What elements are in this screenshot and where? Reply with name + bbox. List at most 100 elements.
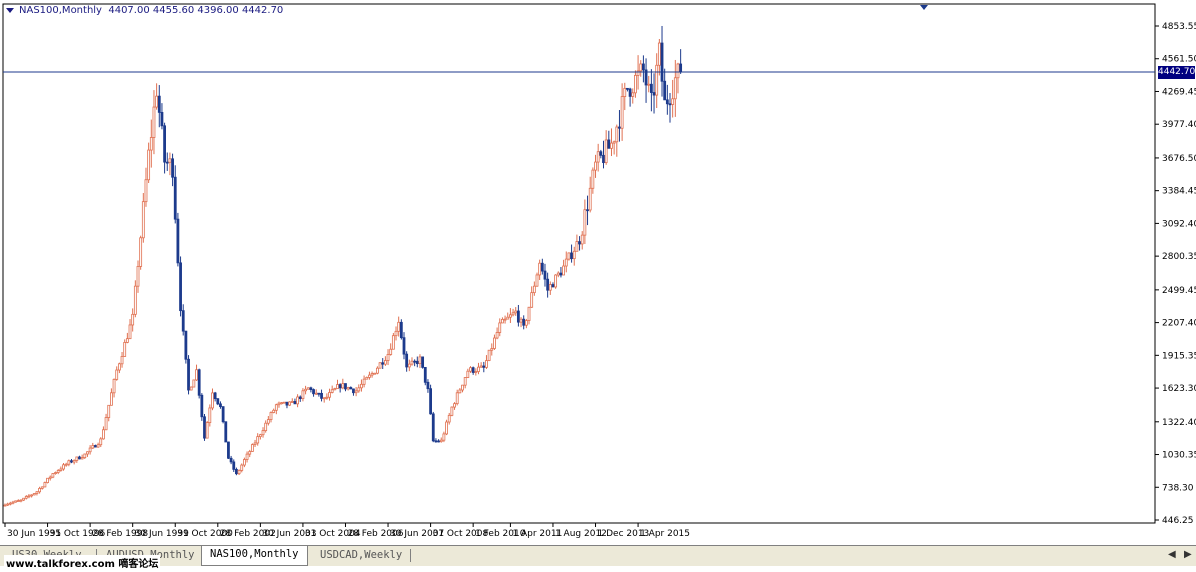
price-chart[interactable]: 4853.55 4561.50 4269.45 3977.40 3676.50 3384.…	[0, 0, 1196, 545]
candle-body	[22, 497, 26, 501]
candle-body	[538, 262, 542, 276]
candle-body	[112, 378, 116, 394]
candle-body	[94, 445, 97, 448]
candle-body	[325, 396, 329, 399]
candle-body	[107, 404, 111, 418]
candle-body	[163, 125, 167, 163]
tab-nas100-monthly[interactable]: NAS100,Monthly	[201, 546, 308, 566]
y-tick-label: 738.30	[1162, 483, 1194, 493]
candle-body	[54, 472, 57, 474]
candle-body	[522, 318, 526, 326]
candle-body	[35, 491, 39, 494]
candle-body	[636, 70, 640, 76]
candle-body	[415, 360, 419, 365]
candle-body	[181, 310, 185, 332]
candle-body	[360, 383, 363, 389]
candle-body	[72, 460, 76, 463]
candle-body	[373, 372, 377, 375]
candle-body	[203, 416, 206, 439]
y-tick-label: 1030.35	[1162, 451, 1196, 461]
candle-body	[620, 96, 624, 129]
candle-body	[490, 348, 494, 351]
plot-frame	[2, 3, 1156, 524]
candle-body	[434, 440, 438, 443]
candle-body	[482, 365, 486, 368]
candle-body	[120, 356, 124, 365]
candle-body	[155, 95, 159, 108]
candle-body	[282, 401, 286, 404]
candle-body	[503, 318, 507, 321]
candle-body	[277, 402, 281, 406]
candle-body	[136, 266, 140, 287]
candle-body	[338, 384, 342, 389]
candle-body	[532, 285, 536, 294]
candle-body	[453, 403, 456, 408]
candle-body	[368, 374, 371, 378]
candle-body	[333, 388, 337, 391]
candle-body	[405, 353, 409, 368]
tab-usdcad-weekly[interactable]: USDCAD,Weekly	[312, 547, 410, 564]
terminal-window: 4853.55 4561.50 4269.45 3977.40 3676.50 3384.…	[0, 0, 1196, 572]
candle-body	[596, 151, 600, 163]
candle-body	[298, 396, 302, 400]
candle-body	[663, 80, 667, 101]
candle-body	[80, 457, 84, 460]
candle-body	[362, 378, 366, 385]
candle-body	[508, 314, 512, 318]
candle-body	[665, 99, 669, 105]
candle-body	[346, 387, 350, 390]
y-tick-label: 3676.50	[1162, 154, 1196, 164]
candle-body	[30, 494, 34, 497]
candle-body	[588, 187, 592, 211]
candle-body	[272, 409, 276, 413]
chart-symbol-name: NAS100,Monthly	[19, 5, 102, 16]
chart-canvas[interactable]: 4853.55 4561.50 4269.45 3977.40 3676.50 3384.…	[0, 0, 1196, 545]
chart-shift-marker-icon[interactable]	[920, 5, 928, 10]
candle-body	[455, 392, 459, 405]
candle-body	[320, 392, 323, 399]
candle-body	[296, 396, 300, 405]
candle-body	[11, 501, 15, 504]
candle-body	[6, 503, 10, 506]
candle-body	[125, 338, 129, 343]
candle-body	[652, 92, 656, 96]
candle-body	[535, 274, 539, 287]
candle-body	[86, 451, 89, 455]
candle-body	[546, 278, 550, 291]
candle-body	[195, 369, 198, 381]
candle-body	[471, 367, 475, 373]
candle-body	[88, 447, 92, 453]
y-tick-label: 446.25	[1162, 516, 1194, 526]
candle-body	[626, 87, 629, 90]
scroll-left-icon[interactable]: ◀	[1168, 549, 1176, 560]
candle-body	[530, 292, 534, 308]
candle-body	[242, 459, 246, 466]
candle-body	[344, 383, 347, 390]
candle-body	[399, 321, 403, 339]
candle-body	[38, 488, 41, 493]
candle-body	[40, 486, 44, 489]
candle-body	[673, 77, 677, 100]
candle-body	[96, 444, 100, 448]
candle-body	[655, 64, 659, 96]
candle-body	[3, 504, 7, 507]
candle-body	[466, 370, 470, 378]
candle-body	[479, 365, 483, 368]
scroll-right-icon[interactable]: ▶	[1184, 549, 1192, 560]
chart-tab-bar: US30,Weekly AUDUSD,Monthly NAS100,Monthl…	[0, 545, 1196, 566]
candle-body	[426, 381, 430, 390]
candle-body	[75, 456, 79, 461]
candle-body	[676, 63, 680, 79]
candle-body	[200, 394, 204, 418]
candle-body	[580, 234, 584, 245]
y-tick-label: 3092.40	[1162, 219, 1196, 229]
dropdown-triangle-icon[interactable]	[6, 7, 14, 13]
candle-body	[519, 318, 523, 323]
y-tick-label: 4853.55	[1162, 22, 1196, 32]
candle-body	[477, 366, 480, 372]
candle-body	[306, 387, 310, 390]
candle-body	[189, 386, 193, 391]
candle-body	[27, 495, 31, 498]
candle-body	[431, 413, 435, 442]
candle-body	[564, 258, 568, 267]
